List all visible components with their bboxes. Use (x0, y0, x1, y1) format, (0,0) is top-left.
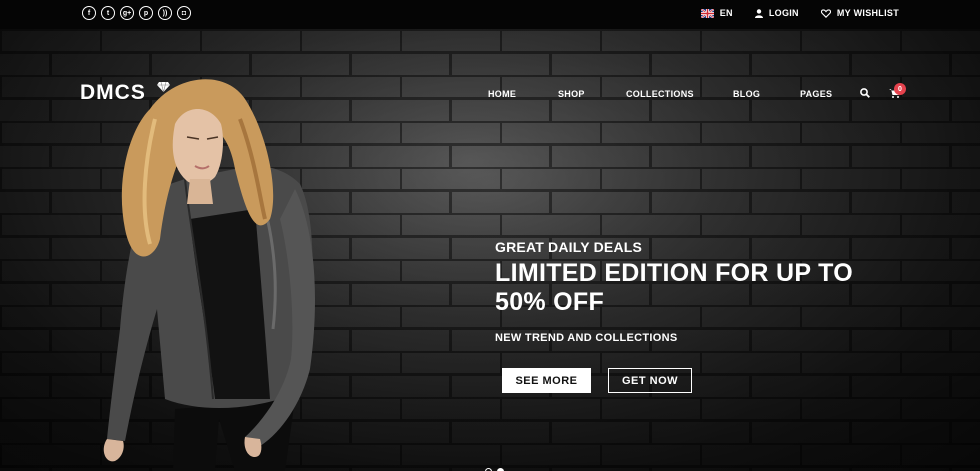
wishlist-link[interactable]: MY WISHLIST (820, 8, 899, 18)
instagram-icon[interactable]: ◘ (177, 6, 191, 20)
google-plus-icon[interactable]: g+ (120, 6, 134, 20)
language-selector[interactable]: EN (700, 8, 733, 18)
nav-home[interactable]: HOME (488, 89, 516, 99)
nav-pages[interactable]: PAGES (800, 89, 832, 99)
nav-blog[interactable]: BLOG (733, 89, 760, 99)
hero-headline: LIMITED EDITION FOR UP TO 50% OFF (495, 259, 853, 316)
nav-collections[interactable]: COLLECTIONS (626, 89, 694, 99)
hero-slider: DMCS HOME SHOP COLLECTIONS BLOG PAGES 0 … (0, 29, 980, 471)
pinterest-icon[interactable]: p (139, 6, 153, 20)
language-label: EN (719, 8, 733, 18)
facebook-icon[interactable]: f (82, 6, 96, 20)
top-right-links: EN LOGIN MY WISHLIST (700, 8, 899, 18)
rss-icon[interactable]: )) (158, 6, 172, 20)
see-more-button[interactable]: SEE MORE (502, 368, 591, 393)
nav-shop[interactable]: SHOP (558, 89, 585, 99)
twitter-icon[interactable]: t (101, 6, 115, 20)
main-nav: HOME SHOP COLLECTIONS BLOG PAGES (0, 89, 980, 101)
top-bar: f t g+ p )) ◘ EN LOGIN MY WISHLIST (0, 0, 980, 29)
wishlist-label: MY WISHLIST (836, 8, 899, 18)
login-label: LOGIN (768, 8, 799, 18)
get-now-button[interactable]: GET NOW (608, 368, 692, 393)
uk-flag-icon (700, 8, 714, 18)
search-icon[interactable] (860, 88, 870, 98)
login-link[interactable]: LOGIN (754, 8, 799, 18)
model-photo (103, 79, 315, 471)
heart-icon (820, 8, 831, 18)
social-links: f t g+ p )) ◘ (82, 6, 191, 20)
user-icon (754, 8, 763, 18)
hero-subline: NEW TREND AND COLLECTIONS (495, 332, 678, 344)
cart-count-badge: 0 (894, 83, 906, 95)
hero-kicker: GREAT DAILY DEALS (495, 239, 643, 255)
